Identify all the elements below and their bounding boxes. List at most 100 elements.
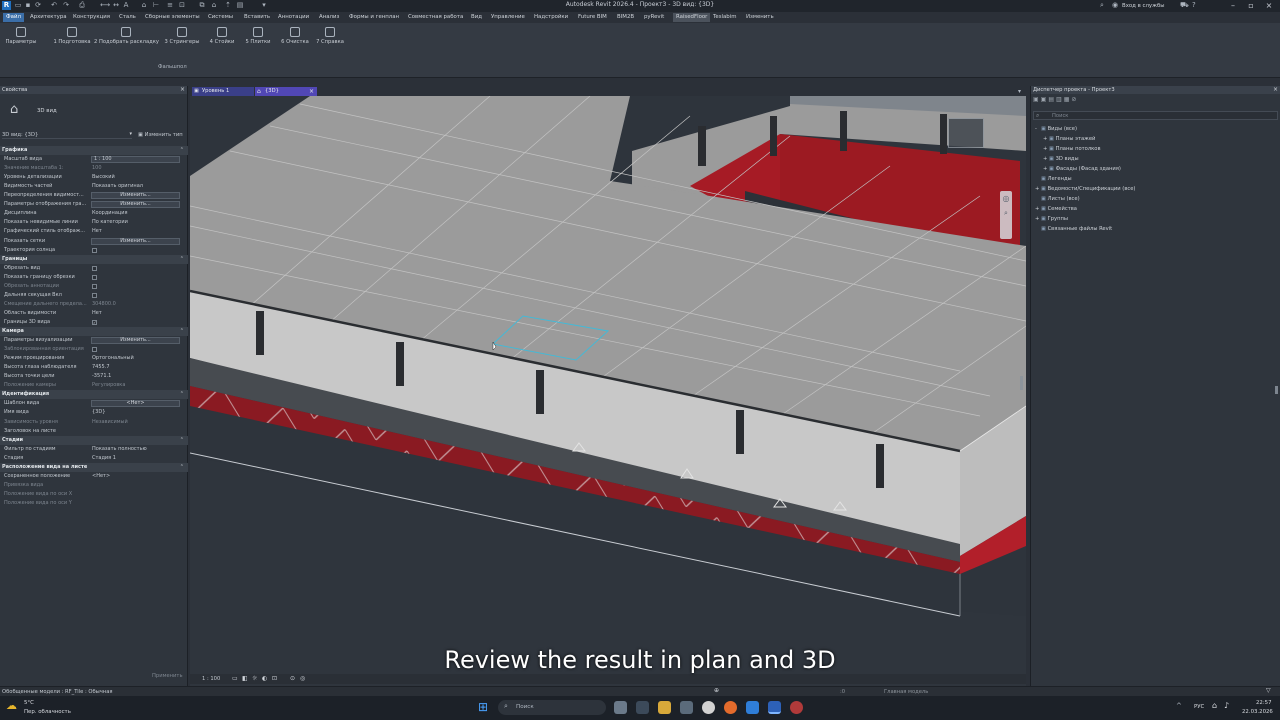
ribbon-button[interactable]: 7 Справка bbox=[314, 25, 346, 55]
browser-item[interactable]: + ▣ Планы этажей bbox=[1043, 136, 1095, 142]
property-edit-button[interactable]: Изменить... bbox=[91, 192, 180, 200]
link-icon[interactable]: ⊘ bbox=[1071, 96, 1078, 103]
menu-tab[interactable]: BIM2B bbox=[617, 14, 634, 20]
menu-tab[interactable]: Вид bbox=[471, 14, 482, 20]
menu-tab[interactable]: RaisedFloor bbox=[673, 13, 711, 22]
language-indicator[interactable]: РУС bbox=[1194, 704, 1204, 710]
expand-icon[interactable]: ▣ bbox=[1033, 96, 1041, 103]
browser-item[interactable]: ▣ Легенды bbox=[1035, 176, 1072, 182]
firefox-icon[interactable] bbox=[724, 701, 737, 714]
user-icon[interactable]: ◉ bbox=[1112, 1, 1118, 9]
browser-close-icon[interactable]: × bbox=[1273, 86, 1278, 93]
task-view-icon[interactable] bbox=[636, 701, 649, 714]
property-edit-button[interactable]: Изменить... bbox=[91, 201, 180, 209]
close-button[interactable]: × bbox=[1262, 0, 1276, 12]
property-edit-button[interactable]: Изменить... bbox=[91, 237, 180, 245]
collapse-icon[interactable]: ⌃ bbox=[180, 436, 184, 445]
cart-icon[interactable]: ⛟ bbox=[1180, 1, 1189, 10]
tab-close-icon[interactable]: × bbox=[309, 87, 314, 96]
menu-tab[interactable]: Формы и генплан bbox=[349, 14, 399, 20]
visual-style-icon[interactable]: ◧ bbox=[242, 675, 248, 682]
app-icon[interactable] bbox=[680, 701, 693, 714]
hide-isolate-icon[interactable]: ◎ bbox=[300, 675, 305, 682]
browser-item[interactable]: + ▣ Группы bbox=[1035, 216, 1068, 222]
app-icon[interactable] bbox=[790, 701, 803, 714]
browser-item[interactable]: - ▣ Виды (все) bbox=[1035, 126, 1077, 132]
property-group-header[interactable]: Камера ⌃ bbox=[0, 327, 188, 336]
menu-tab[interactable]: Архитектура bbox=[30, 14, 67, 20]
menu-tab[interactable]: Совместная работа bbox=[408, 14, 463, 20]
menu-tab[interactable]: Надстройки bbox=[534, 14, 568, 20]
property-checkbox[interactable]: ✓ bbox=[92, 319, 97, 325]
selection-filter-icon[interactable]: ▽ bbox=[1266, 687, 1271, 694]
property-group-header[interactable]: Стадии ⌃ bbox=[0, 435, 188, 445]
model-3d-drawing[interactable] bbox=[190, 96, 1026, 686]
property-group-header[interactable]: Графика ⌃ bbox=[0, 146, 188, 155]
ribbon-button[interactable]: 2 Подобрать раскладку bbox=[94, 25, 159, 55]
ribbon-button[interactable]: Параметры bbox=[4, 25, 38, 55]
browser-item[interactable]: ▣ Связанные файлы Revit bbox=[1035, 226, 1112, 232]
property-edit-button[interactable]: <Нет> bbox=[91, 400, 180, 408]
browser-item[interactable]: + ▣ Семейства bbox=[1035, 206, 1077, 212]
menu-tab[interactable]: Анализ bbox=[319, 14, 339, 20]
edit-type-button[interactable]: ▣ Изменить тип bbox=[138, 132, 183, 138]
menu-tab[interactable]: Изменить bbox=[746, 14, 774, 20]
property-checkbox[interactable] bbox=[92, 292, 97, 298]
zoom-icon[interactable]: ⌕ bbox=[1001, 209, 1011, 219]
lock-icon[interactable]: ⊙ bbox=[290, 675, 295, 682]
property-edit-button[interactable]: Изменить... bbox=[91, 337, 180, 345]
start-button[interactable]: ⊞ bbox=[478, 700, 488, 714]
sun-path-icon[interactable]: ☼ bbox=[252, 675, 257, 682]
tabs-menu-icon[interactable]: ▾ bbox=[1018, 88, 1021, 95]
file-explorer-icon[interactable] bbox=[658, 701, 671, 714]
3d-viewport[interactable]: ◎ ⌕ bbox=[190, 96, 1026, 686]
properties-close-icon[interactable]: × bbox=[180, 86, 185, 93]
menu-tab[interactable]: Аннотации bbox=[278, 14, 309, 20]
network-icon[interactable]: ⌂ bbox=[1212, 701, 1217, 710]
property-checkbox[interactable] bbox=[92, 274, 97, 280]
ribbon-button[interactable]: 3 Стрингеры bbox=[163, 25, 201, 55]
sign-in-button[interactable]: Вход в службы bbox=[1122, 3, 1165, 9]
clock-date[interactable]: 22.03.2026 bbox=[1242, 709, 1273, 715]
menu-tab[interactable]: pyRevit bbox=[644, 14, 664, 20]
property-value[interactable]: 1 : 100 bbox=[91, 156, 180, 164]
tray-chevron-icon[interactable]: ^ bbox=[1176, 702, 1182, 710]
property-checkbox[interactable] bbox=[92, 265, 97, 271]
browser-item[interactable]: ▣ Листы (все) bbox=[1035, 196, 1080, 202]
menu-tab[interactable]: Сборные элементы bbox=[145, 14, 200, 20]
ribbon-button[interactable]: 1 Подготовка bbox=[52, 25, 92, 55]
menu-tab[interactable]: Файл bbox=[3, 13, 24, 22]
list-icon[interactable]: ▤ bbox=[1048, 96, 1056, 103]
volume-icon[interactable]: ♪ bbox=[1224, 701, 1229, 710]
type-selector[interactable]: 3D вид: {3D} ▾ bbox=[2, 131, 132, 139]
worksets-icon[interactable]: ⊕ bbox=[714, 687, 719, 694]
collapse-icon[interactable]: ⌃ bbox=[180, 255, 184, 264]
collapse-icon[interactable]: ⌃ bbox=[180, 463, 184, 472]
main-model-field[interactable]: Главная модель bbox=[884, 689, 928, 695]
maximize-button[interactable]: ▫ bbox=[1244, 0, 1258, 12]
tree-icon[interactable]: ▥ bbox=[1056, 96, 1064, 103]
search-icon[interactable]: ⌕ bbox=[1100, 1, 1104, 10]
tab-3d[interactable]: ⌂ {3D} × bbox=[255, 87, 317, 96]
minimize-button[interactable]: – bbox=[1226, 0, 1240, 12]
property-group-header[interactable]: Границы ⌃ bbox=[0, 254, 188, 264]
browser-item[interactable]: + ▣ Планы потолков bbox=[1043, 146, 1101, 152]
menu-tab[interactable]: Вставить bbox=[244, 14, 270, 20]
property-group-header[interactable]: Идентификация ⌃ bbox=[0, 390, 188, 400]
property-checkbox[interactable] bbox=[92, 347, 97, 353]
browser-item[interactable]: + ▣ Ведомости/Спецификации (все) bbox=[1035, 186, 1135, 192]
browser-scrollbar[interactable] bbox=[1275, 386, 1278, 394]
menu-tab[interactable]: Future BIM bbox=[578, 14, 607, 20]
property-group-header[interactable]: Расположение вида на листе ⌃ bbox=[0, 462, 188, 472]
collapse-icon[interactable]: ⌃ bbox=[180, 390, 184, 399]
taskbar-search[interactable]: ⌕ Поиск bbox=[498, 700, 606, 715]
app-icon[interactable] bbox=[702, 701, 715, 714]
menu-tab[interactable]: Teslabim bbox=[713, 14, 736, 20]
clock-time[interactable]: 22:57 bbox=[1256, 700, 1272, 706]
property-checkbox[interactable] bbox=[92, 247, 97, 253]
collapse-icon[interactable]: ⌃ bbox=[180, 146, 184, 155]
crop-icon[interactable]: ⊡ bbox=[272, 675, 277, 682]
ribbon-button[interactable]: 4 Стойки bbox=[207, 25, 237, 55]
ribbon-button[interactable]: 5 Плитки bbox=[241, 25, 275, 55]
browser-search-input[interactable]: ⌕ Поиск bbox=[1033, 111, 1278, 120]
